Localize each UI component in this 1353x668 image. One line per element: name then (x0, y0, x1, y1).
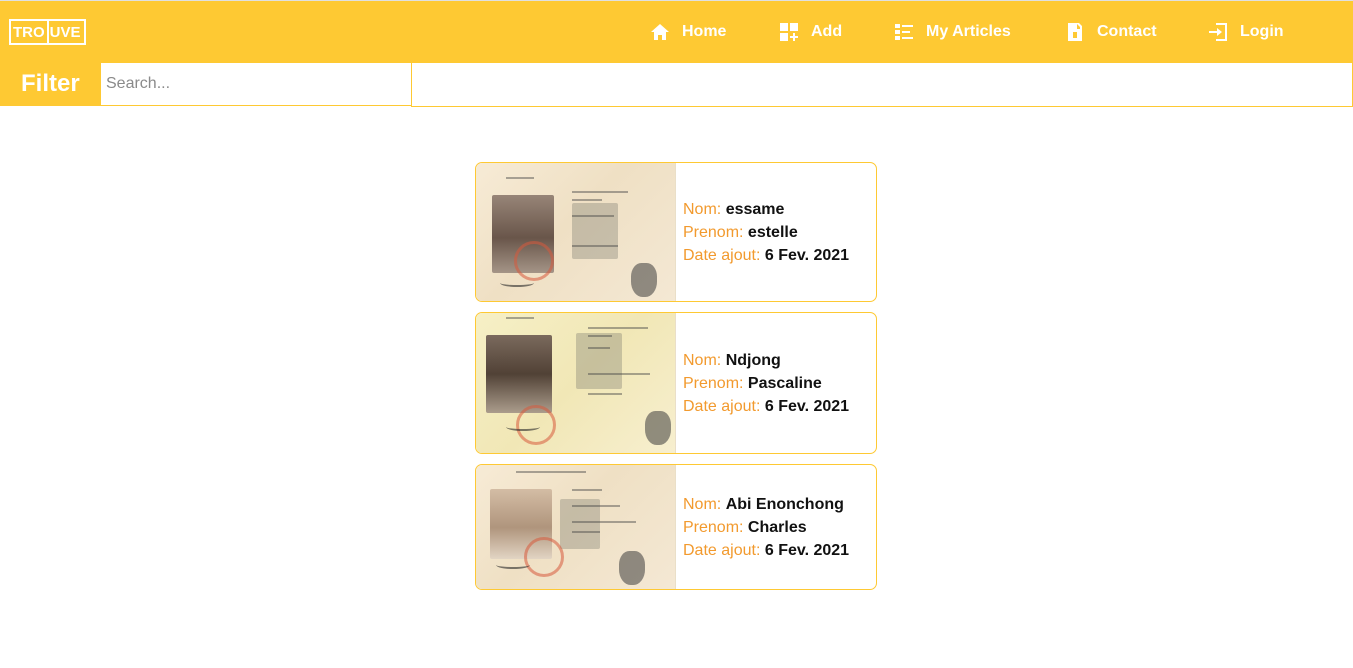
id-card-image (476, 163, 676, 301)
id-card-image (476, 313, 676, 453)
filter-bar-extension (411, 62, 1353, 107)
list-icon (895, 24, 913, 40)
filter-label: Filter (0, 62, 101, 106)
login-icon (1209, 23, 1227, 41)
nav-add[interactable]: Add (779, 20, 842, 44)
nav-my-articles[interactable]: My Articles (894, 20, 1011, 44)
article-info: Nom: essame Prenom: estelle Date ajout: … (676, 163, 849, 301)
contact-card-icon (1068, 23, 1082, 41)
article-card[interactable]: Nom: Abi Enonchong Prenom: Charles Date … (475, 464, 877, 590)
date-value: 6 Fev. 2021 (764, 246, 850, 264)
nav-home[interactable]: Home (650, 20, 726, 44)
prenom-value: Pascaline (747, 374, 822, 392)
prenom-label: Prenom: (683, 223, 744, 241)
date-label: Date ajout: (683, 541, 761, 559)
nom-label: Nom: (683, 351, 722, 369)
logo-part1: TRO (11, 21, 49, 43)
date-label: Date ajout: (683, 397, 761, 415)
date-value: 6 Fev. 2021 (764, 541, 850, 559)
nav-contact-label: Contact (1097, 23, 1157, 40)
nav-contact[interactable]: Contact (1065, 20, 1157, 44)
nav-add-label: Add (811, 23, 843, 40)
date-label: Date ajout: (683, 246, 761, 264)
nom-value: essame (725, 200, 785, 218)
nom-value: Abi Enonchong (725, 495, 844, 513)
article-info: Nom: Abi Enonchong Prenom: Charles Date … (676, 465, 849, 589)
logo[interactable]: TRO UVE (9, 19, 86, 45)
navbar: TRO UVE Home Add My Articles Contact Log… (0, 0, 1353, 62)
prenom-value: Charles (747, 518, 807, 536)
nav-login-label: Login (1240, 23, 1284, 40)
article-card[interactable]: Nom: essame Prenom: estelle Date ajout: … (475, 162, 877, 302)
search-input[interactable] (101, 62, 412, 106)
home-icon (651, 24, 669, 40)
article-info: Nom: Ndjong Prenom: Pascaline Date ajout… (676, 313, 849, 453)
nom-label: Nom: (683, 495, 722, 513)
filter-bar: Filter (0, 62, 1353, 107)
nav-home-label: Home (682, 23, 727, 40)
prenom-label: Prenom: (683, 374, 744, 392)
id-card-image (476, 465, 676, 589)
nav-my-articles-label: My Articles (926, 23, 1011, 40)
article-card[interactable]: Nom: Ndjong Prenom: Pascaline Date ajout… (475, 312, 877, 454)
nom-value: Ndjong (725, 351, 781, 369)
date-value: 6 Fev. 2021 (764, 397, 850, 415)
logo-part2: UVE (49, 24, 81, 41)
add-grid-icon (780, 23, 798, 41)
nav-login[interactable]: Login (1208, 20, 1284, 44)
prenom-label: Prenom: (683, 518, 744, 536)
nom-label: Nom: (683, 200, 722, 218)
prenom-value: estelle (747, 223, 798, 241)
